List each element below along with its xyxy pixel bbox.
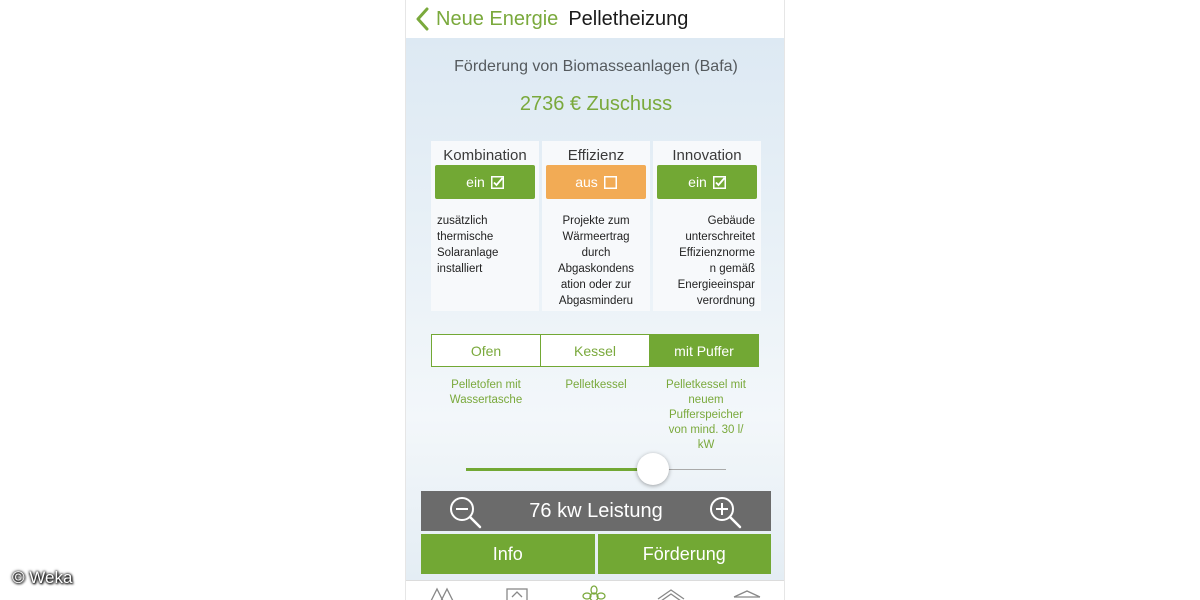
- option-heading: Effizienz: [567, 147, 625, 164]
- flower-icon[interactable]: [579, 585, 609, 600]
- house-grid-icon[interactable]: [428, 585, 458, 600]
- action-buttons: Info Förderung: [421, 534, 771, 574]
- toggle-label: aus: [575, 174, 598, 190]
- chevron-left-icon[interactable]: [414, 7, 430, 31]
- checkbox-checked-icon: [490, 175, 504, 189]
- option-description: Gebäude unterschreitet Effizienznorme n …: [677, 215, 755, 307]
- power-label: 76 kw Leistung: [529, 499, 663, 522]
- subsidy-amount: 2736 € Zuschuss: [519, 93, 673, 115]
- toggle-label: ein: [688, 174, 707, 190]
- kessel-description: Pelletkessel: [565, 379, 627, 391]
- checkbox-checked-icon: [712, 175, 726, 189]
- option-kombination: Kombination ein zusätzlich thermische So…: [431, 141, 539, 311]
- content-area: Förderung von Biomasseanlagen (Bafa) 273…: [406, 38, 784, 580]
- navigation-bar: Neue Energie Pelletheizung: [406, 0, 784, 38]
- power-slider[interactable]: [466, 451, 726, 487]
- innovation-toggle[interactable]: ein: [657, 165, 757, 199]
- foerderung-button[interactable]: Förderung: [597, 534, 771, 574]
- back-button[interactable]: Neue Energie: [436, 8, 558, 31]
- solar-panel-icon[interactable]: [502, 585, 532, 600]
- roof-icon[interactable]: [656, 585, 686, 600]
- option-heading: Innovation: [672, 147, 742, 164]
- zoom-in-icon[interactable]: [707, 494, 743, 530]
- toggle-label: ein: [466, 174, 485, 190]
- info-button[interactable]: Info: [421, 534, 595, 574]
- bonus-options: Kombination ein zusätzlich thermische So…: [431, 141, 761, 311]
- phone-screen: Neue Energie Pelletheizung Förderung von…: [405, 0, 785, 600]
- segment-ofen[interactable]: Ofen: [432, 335, 540, 366]
- puffer-description: Pelletkessel mit neuem Pufferspeicher vo…: [666, 379, 746, 448]
- effizienz-toggle[interactable]: aus: [546, 165, 646, 199]
- cap-icon[interactable]: [732, 585, 762, 600]
- segment-mit-puffer[interactable]: mit Puffer: [649, 335, 758, 366]
- page-title: Pelletheizung: [568, 7, 689, 30]
- tab-bar: [406, 580, 784, 600]
- zoom-out-icon[interactable]: [447, 494, 483, 530]
- option-innovation: Innovation ein Gebäude unterschreitet Ef…: [653, 141, 761, 311]
- subsidy-title: Förderung von Biomasseanlagen (Bafa): [454, 58, 738, 75]
- ofen-description: Pelletofen mit Wassertasche: [449, 379, 523, 406]
- option-effizienz: Effizienz aus Projekte zum Wärmeertrag d…: [542, 141, 650, 311]
- checkbox-empty-icon: [603, 175, 617, 189]
- segment-kessel[interactable]: Kessel: [540, 335, 649, 366]
- slider-track-filled: [466, 468, 653, 471]
- option-description: zusätzlich thermische Solaranlage instal…: [437, 215, 499, 275]
- kombination-toggle[interactable]: ein: [435, 165, 535, 199]
- option-description: Projekte zum Wärmeertrag durch Abgaskond…: [557, 215, 635, 307]
- copyright-watermark: © Weka: [12, 568, 73, 587]
- option-heading: Kombination: [443, 147, 527, 164]
- heater-type-selector: Ofen Kessel mit Puffer: [431, 334, 759, 367]
- power-bar: 76 kw Leistung: [421, 491, 771, 531]
- heater-type-descriptions: Pelletofen mit Wassertasche Pelletkessel…: [431, 378, 761, 448]
- slider-thumb[interactable]: [637, 453, 669, 485]
